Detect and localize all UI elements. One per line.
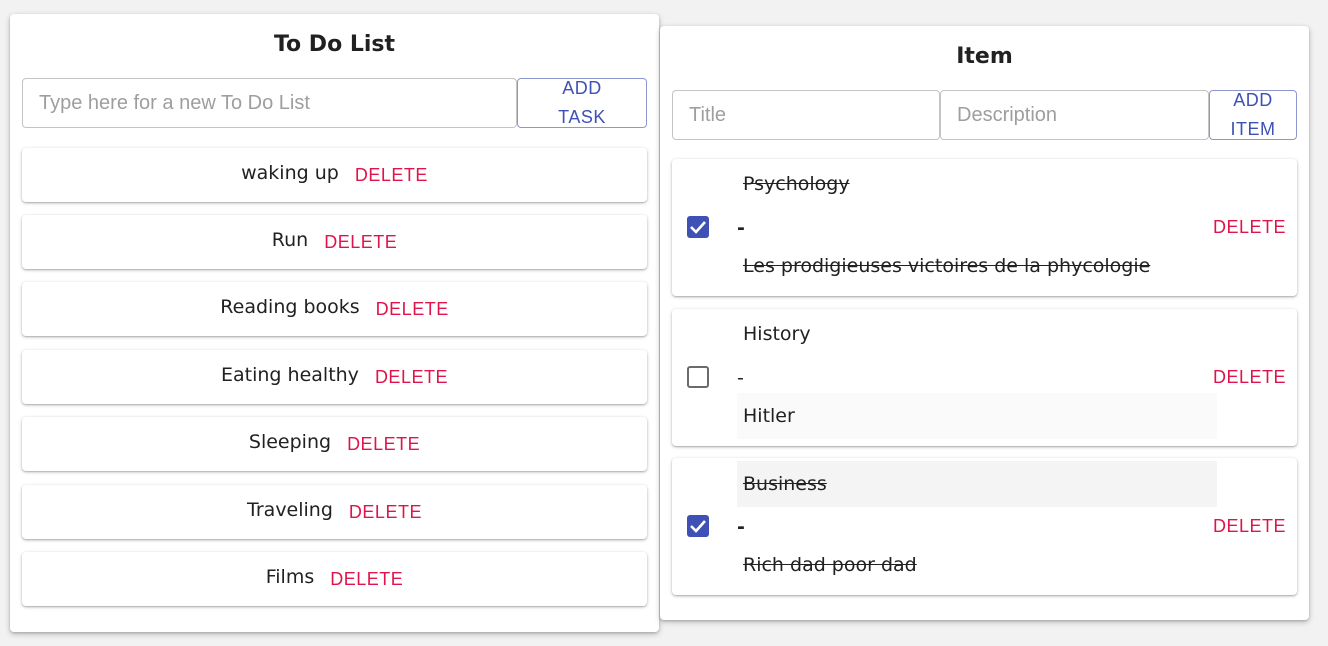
item-title-text: Business	[743, 473, 827, 495]
item-description-text: Les prodigieuses victoires de la phycolo…	[743, 255, 1151, 277]
delete-item-button[interactable]: DELETE	[1213, 217, 1286, 238]
list-item[interactable]: Sleeping DELETE	[22, 417, 647, 471]
new-todo-input[interactable]	[22, 78, 517, 128]
item-separator: -	[737, 217, 745, 239]
delete-task-button[interactable]: DELETE	[355, 165, 428, 186]
item-description: Les prodigieuses victoires de la phycolo…	[737, 243, 1217, 289]
item-checkbox[interactable]	[687, 216, 709, 238]
item-title: Psychology	[737, 161, 1217, 207]
item-title-input[interactable]	[672, 90, 940, 140]
delete-task-button[interactable]: DELETE	[347, 434, 420, 455]
task-label: Films	[265, 566, 315, 588]
item-title-text: Psychology	[743, 173, 850, 195]
item-title: History	[737, 311, 1217, 357]
item-separator: -	[737, 367, 744, 389]
task-label: Traveling	[247, 499, 333, 521]
delete-task-button[interactable]: DELETE	[330, 569, 403, 590]
list-item[interactable]: Eating healthy DELETE	[22, 350, 647, 404]
item-title: Business	[737, 461, 1217, 507]
list-item[interactable]: Reading books DELETE	[22, 282, 647, 336]
list-item[interactable]: Run DELETE	[22, 215, 647, 269]
task-label: Sleeping	[248, 431, 332, 453]
add-item-button[interactable]: ADD ITEM	[1209, 90, 1297, 140]
todo-list-title: To Do List	[273, 32, 396, 57]
todo-list-panel: To Do List ADD TASK waking up DELETE Run…	[10, 14, 659, 632]
item-description-text: Rich dad poor dad	[743, 554, 917, 576]
item-checkbox[interactable]	[687, 366, 709, 388]
task-label: Reading books	[220, 296, 360, 318]
list-item[interactable]: Traveling DELETE	[22, 485, 647, 539]
item-description-input[interactable]	[940, 90, 1209, 140]
item-description: Rich dad poor dad	[737, 542, 1217, 588]
item-title-text: History	[743, 323, 811, 345]
delete-task-button[interactable]: DELETE	[375, 367, 448, 388]
item-card: Business - Rich dad poor dad DELETE	[672, 458, 1297, 595]
checkmark-icon	[690, 520, 706, 533]
item-card: Psychology - Les prodigieuses victoires …	[672, 159, 1297, 296]
item-description: Hitler	[737, 393, 1217, 439]
item-checkbox[interactable]	[687, 515, 709, 537]
add-task-button[interactable]: ADD TASK	[517, 78, 647, 128]
delete-item-button[interactable]: DELETE	[1213, 516, 1286, 537]
task-label: Eating healthy	[221, 364, 359, 386]
item-panel-title: Item	[956, 44, 1013, 69]
item-panel: Item ADD ITEM Psychology - Les prodigieu…	[660, 26, 1309, 620]
add-item-label: ADD ITEM	[1230, 90, 1276, 139]
item-card: History - Hitler DELETE	[672, 309, 1297, 446]
add-task-label: ADD TASK	[558, 78, 606, 127]
delete-item-button[interactable]: DELETE	[1213, 367, 1286, 388]
item-separator: -	[737, 516, 745, 538]
delete-task-button[interactable]: DELETE	[324, 232, 397, 253]
checkmark-icon	[690, 221, 706, 234]
delete-task-button[interactable]: DELETE	[349, 502, 422, 523]
list-item[interactable]: Films DELETE	[22, 552, 647, 606]
list-item[interactable]: waking up DELETE	[22, 148, 647, 202]
task-label: Run	[271, 229, 309, 251]
task-label: waking up	[241, 162, 339, 184]
item-description-text: Hitler	[743, 405, 795, 427]
delete-task-button[interactable]: DELETE	[376, 299, 449, 320]
